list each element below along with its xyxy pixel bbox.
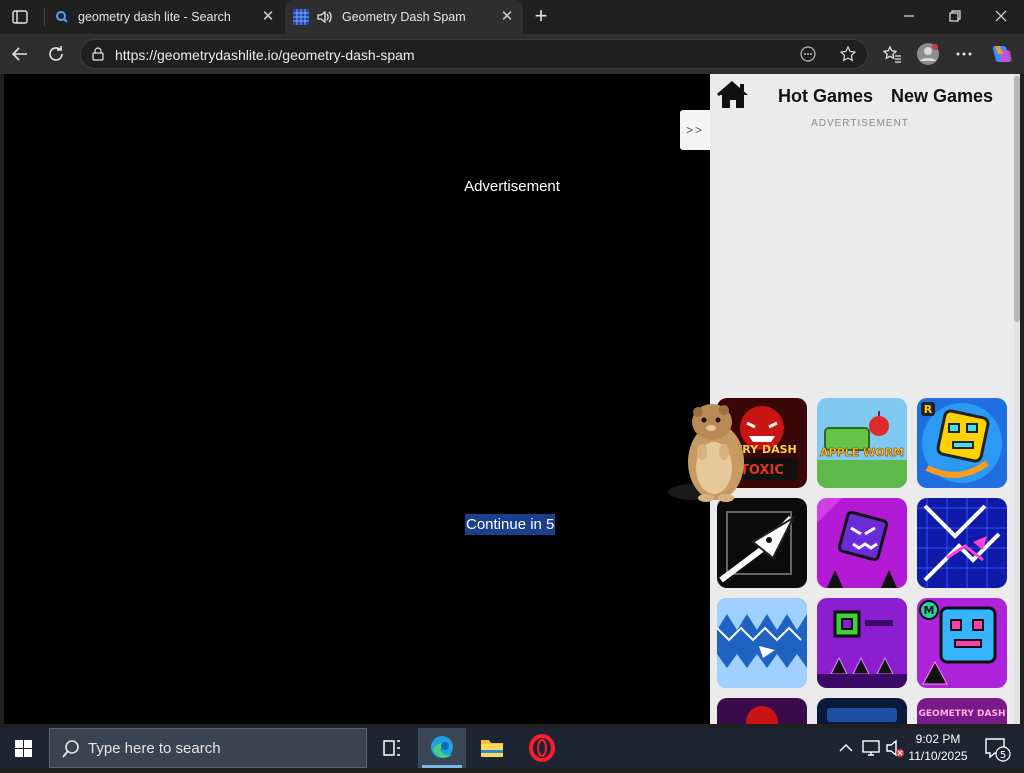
thumbnail-text: APPLE WORM <box>820 446 904 459</box>
nav-new-games-link[interactable]: New Games <box>891 86 993 107</box>
clock-date[interactable]: 11/10/2025 <box>906 749 970 763</box>
file-explorer-icon[interactable] <box>468 728 516 768</box>
home-icon[interactable] <box>716 80 750 110</box>
new-tab-plus-icon[interactable]: + <box>531 5 551 27</box>
minimize-button[interactable] <box>886 0 932 34</box>
thumbnail-text: GEOMETRY DASH <box>919 709 1006 719</box>
restore-button[interactable] <box>932 0 978 34</box>
collapse-sidebar-button[interactable]: >> <box>680 110 710 150</box>
search-icon <box>61 739 81 759</box>
tab-search[interactable]: geometry dash lite - Search ✕ <box>46 0 284 34</box>
neon-wave-thumbnail[interactable] <box>917 498 1007 588</box>
clock-time[interactable]: 9:02 PM <box>906 732 970 746</box>
sidebar-scrollbar[interactable] <box>1014 74 1020 724</box>
wave-arrow-thumbnail[interactable] <box>717 498 807 588</box>
page-viewport: Advertisement Continue in 5 >> Hot Games… <box>4 74 1020 724</box>
back-arrow-icon[interactable] <box>8 42 32 66</box>
copilot-icon[interactable] <box>990 42 1014 66</box>
opera-browser-icon[interactable] <box>518 728 566 768</box>
site-info-icon[interactable] <box>91 47 105 61</box>
advertisement-small-label: ADVERTISEMENT <box>811 118 909 129</box>
taskbar-search-box[interactable]: Type here to search <box>49 728 367 768</box>
windows-taskbar: Type here to search 9:02 PM 11/10/2025 5 <box>0 728 1024 768</box>
close-window-button[interactable] <box>978 0 1024 34</box>
refresh-icon[interactable] <box>44 42 68 66</box>
partial-thumbnail-2[interactable] <box>817 698 907 724</box>
windows-start-icon[interactable] <box>0 728 48 768</box>
network-icon[interactable] <box>860 728 882 768</box>
address-bar[interactable]: https://geometrydashlite.io/geometry-das… <box>80 39 868 69</box>
tab-title: geometry dash lite - Search <box>78 10 231 24</box>
browser-toolbar: https://geometrydashlite.io/geometry-das… <box>0 34 1024 74</box>
grid-favicon-icon <box>293 9 309 25</box>
angry-cube-thumbnail[interactable] <box>817 498 907 588</box>
nav-hot-games-link[interactable]: Hot Games <box>778 86 873 107</box>
purple-cube-spikes-thumbnail[interactable] <box>817 598 907 688</box>
speaker-icon[interactable] <box>315 8 333 26</box>
edge-browser-icon[interactable] <box>418 728 466 768</box>
hamster-image <box>664 400 754 504</box>
tab-divider <box>44 8 45 26</box>
tab-title: Geometry Dash Spam <box>342 10 466 24</box>
partial-thumbnail-1[interactable] <box>717 698 807 724</box>
volume-muted-icon[interactable] <box>884 728 906 768</box>
browser-tab-bar: geometry dash lite - Search ✕ Geometry D… <box>0 0 1024 34</box>
favorites-icon[interactable] <box>880 42 904 66</box>
geometry-dash-r-thumbnail[interactable]: R <box>917 398 1007 488</box>
close-icon[interactable]: ✕ <box>260 9 276 25</box>
more-menu-icon[interactable] <box>952 42 976 66</box>
apple-worm-thumbnail[interactable]: APPLE WORM <box>817 398 907 488</box>
notification-center-icon[interactable]: 5 <box>978 728 1018 768</box>
tab-geometry-dash-spam[interactable]: Geometry Dash Spam ✕ <box>285 0 523 34</box>
close-icon[interactable]: ✕ <box>499 9 515 25</box>
spike-wave-thumbnail[interactable] <box>717 598 807 688</box>
thumbnail-badge: R <box>924 403 933 416</box>
search-icon <box>54 9 70 25</box>
continue-countdown-button[interactable]: Continue in 5 <box>465 514 556 535</box>
game-sidebar: >> Hot Games New Games ADVERTISEMENT ETR… <box>680 74 1020 724</box>
favorite-star-icon[interactable] <box>839 45 857 63</box>
url-text: https://geometrydashlite.io/geometry-das… <box>115 47 415 63</box>
notification-count: 5 <box>1000 750 1006 761</box>
scrollbar-thumb[interactable] <box>1014 76 1020 322</box>
geometry-dash-m-thumbnail[interactable]: M <box>917 598 1007 688</box>
reader-options-icon[interactable] <box>799 45 817 63</box>
sidebar-toggle-icon[interactable] <box>10 7 30 27</box>
chevron-up-icon[interactable] <box>836 728 856 768</box>
task-view-icon[interactable] <box>368 728 416 768</box>
partial-thumbnail-3[interactable]: GEOMETRY DASH <box>917 698 1007 724</box>
search-placeholder: Type here to search <box>88 740 221 757</box>
profile-avatar-icon[interactable] <box>916 42 940 66</box>
thumbnail-badge: M <box>924 604 935 617</box>
game-area[interactable] <box>4 74 710 724</box>
